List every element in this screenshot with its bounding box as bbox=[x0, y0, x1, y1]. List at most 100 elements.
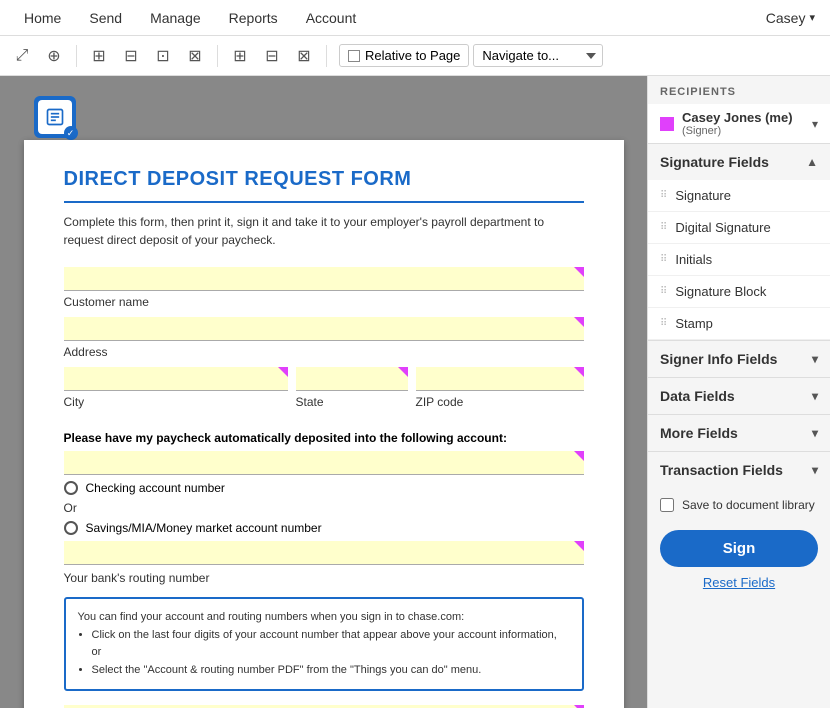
state-label: State bbox=[296, 395, 408, 409]
state-field[interactable] bbox=[296, 367, 408, 391]
data-fields-chevron-icon: ▾ bbox=[812, 389, 818, 403]
toolbar-table-btn[interactable]: ⊞ bbox=[226, 42, 254, 70]
checking-field-wrap bbox=[64, 451, 584, 475]
savings-radio[interactable] bbox=[64, 521, 78, 535]
nav-send[interactable]: Send bbox=[75, 0, 136, 35]
savings-pink-corner bbox=[574, 541, 584, 551]
save-library-checkbox[interactable] bbox=[660, 498, 674, 512]
relative-page-btn[interactable]: Relative to Page bbox=[339, 44, 469, 67]
address-pink-corner bbox=[574, 317, 584, 327]
digital-signature-field-item[interactable]: ⠿ Digital Signature bbox=[648, 212, 830, 244]
toolbar-move-btn[interactable]: ⊕ bbox=[40, 42, 68, 70]
savings-account-field[interactable] bbox=[64, 541, 584, 565]
zip-pink-corner bbox=[574, 367, 584, 377]
signature-block-item-label: Signature Block bbox=[675, 284, 766, 299]
initials-item-label: Initials bbox=[675, 252, 712, 267]
signer-badge-inner bbox=[38, 100, 72, 134]
or-text: Or bbox=[64, 501, 584, 515]
toolbar-align1-btn[interactable]: ⊞ bbox=[85, 42, 113, 70]
signature-fields-label: Signature Fields bbox=[660, 154, 769, 170]
signature-fields-section-header[interactable]: Signature Fields ▲ bbox=[648, 143, 830, 180]
city-state-zip-labels: City State ZIP code bbox=[64, 395, 584, 417]
drag-icon-digital-sig: ⠿ bbox=[660, 222, 667, 233]
address-field[interactable] bbox=[64, 317, 584, 341]
signature-block-field-item[interactable]: ⠿ Signature Block bbox=[648, 276, 830, 308]
checking-radio[interactable] bbox=[64, 481, 78, 495]
recipient-chevron-icon[interactable]: ▾ bbox=[812, 117, 818, 131]
data-fields-section-header[interactable]: Data Fields ▾ bbox=[648, 377, 830, 414]
signer-info-section-header[interactable]: Signer Info Fields ▾ bbox=[648, 340, 830, 377]
doc-page: DIRECT DEPOSIT REQUEST FORM Complete thi… bbox=[24, 140, 624, 708]
transaction-fields-label: Transaction Fields bbox=[660, 462, 783, 478]
nav-account[interactable]: Account bbox=[292, 0, 371, 35]
initials-field-item[interactable]: ⠿ Initials bbox=[648, 244, 830, 276]
savings-radio-row: Savings/MIA/Money market account number bbox=[64, 521, 584, 535]
info-box: You can find your account and routing nu… bbox=[64, 597, 584, 691]
state-field-wrap bbox=[296, 367, 408, 395]
toolbar-sep-3 bbox=[326, 45, 327, 67]
sign-button[interactable]: Sign bbox=[660, 530, 818, 567]
toolbar-align2-btn[interactable]: ⊟ bbox=[117, 42, 145, 70]
reset-fields-link[interactable]: Reset Fields bbox=[648, 571, 830, 594]
signer-badge bbox=[34, 96, 76, 138]
drag-icon-signature: ⠿ bbox=[660, 190, 667, 201]
signer-info-chevron-icon: ▾ bbox=[812, 352, 818, 366]
document-area[interactable]: DIRECT DEPOSIT REQUEST FORM Complete thi… bbox=[0, 76, 647, 708]
checking-account-field[interactable] bbox=[64, 451, 584, 475]
toolbar-grid-btn[interactable]: ⊠ bbox=[290, 42, 318, 70]
recipient-item[interactable]: Casey Jones (me) (Signer) ▾ bbox=[648, 104, 830, 143]
toolbar-resize-btn[interactable]: ⊠ bbox=[181, 42, 209, 70]
save-library-label: Save to document library bbox=[682, 498, 815, 512]
zip-label: ZIP code bbox=[416, 395, 584, 409]
customer-name-label: Customer name bbox=[64, 295, 584, 309]
save-library-row: Save to document library bbox=[648, 488, 830, 522]
main-layout: DIRECT DEPOSIT REQUEST FORM Complete thi… bbox=[0, 76, 830, 708]
right-sidebar: RECIPIENTS Casey Jones (me) (Signer) ▾ S… bbox=[647, 76, 830, 708]
nav-reports[interactable]: Reports bbox=[215, 0, 292, 35]
checking-label: Checking account number bbox=[86, 481, 225, 495]
digital-signature-item-label: Digital Signature bbox=[675, 220, 770, 235]
doc-title: DIRECT DEPOSIT REQUEST FORM bbox=[64, 168, 584, 191]
customer-name-field-wrap bbox=[64, 267, 584, 291]
deposit-instruction: Please have my paycheck automatically de… bbox=[64, 431, 584, 445]
savings-label: Savings/MIA/Money market account number bbox=[86, 521, 322, 535]
toolbar-expand-btn[interactable]: ⤢ bbox=[8, 42, 36, 70]
toolbar-sep-1 bbox=[76, 45, 77, 67]
signature-field-item[interactable]: ⠿ Signature bbox=[648, 180, 830, 212]
relative-page-label: Relative to Page bbox=[365, 48, 460, 63]
nav-manage[interactable]: Manage bbox=[136, 0, 215, 35]
recipients-header: RECIPIENTS bbox=[648, 76, 830, 104]
customer-name-pink-corner bbox=[574, 267, 584, 277]
navigate-select[interactable]: Navigate to... bbox=[473, 44, 603, 67]
toolbar-sep-2 bbox=[217, 45, 218, 67]
recipient-color-swatch bbox=[660, 117, 674, 131]
routing-label: Your bank's routing number bbox=[64, 571, 584, 585]
city-field-wrap bbox=[64, 367, 288, 395]
state-pink-corner bbox=[398, 367, 408, 377]
checking-radio-row: Checking account number bbox=[64, 481, 584, 495]
doc-divider bbox=[64, 201, 584, 203]
info-bullet-1: Click on the last four digits of your ac… bbox=[92, 627, 570, 662]
signature-fields-list: ⠿ Signature ⠿ Digital Signature ⠿ Initia… bbox=[648, 180, 830, 340]
recipient-role: (Signer) bbox=[682, 125, 793, 137]
doc-scroll-content: DIRECT DEPOSIT REQUEST FORM Complete thi… bbox=[0, 76, 647, 708]
drag-icon-initials: ⠿ bbox=[660, 254, 667, 265]
info-intro: You can find your account and routing nu… bbox=[78, 609, 570, 627]
toolbar-distribute-btn[interactable]: ⊡ bbox=[149, 42, 177, 70]
stamp-field-item[interactable]: ⠿ Stamp bbox=[648, 308, 830, 340]
user-menu[interactable]: Casey bbox=[766, 10, 820, 26]
zip-field[interactable] bbox=[416, 367, 584, 391]
transaction-fields-section-header[interactable]: Transaction Fields ▾ bbox=[648, 451, 830, 488]
transaction-fields-chevron-icon: ▾ bbox=[812, 463, 818, 477]
nav-home[interactable]: Home bbox=[10, 0, 75, 35]
more-fields-section-header[interactable]: More Fields ▾ bbox=[648, 414, 830, 451]
signer-info-label: Signer Info Fields bbox=[660, 351, 777, 367]
toolbar-col-btn[interactable]: ⊟ bbox=[258, 42, 286, 70]
info-bullet-2: Select the "Account & routing number PDF… bbox=[92, 662, 570, 680]
customer-name-field[interactable] bbox=[64, 267, 584, 291]
city-field[interactable] bbox=[64, 367, 288, 391]
city-state-zip-row bbox=[64, 367, 584, 395]
signature-item-label: Signature bbox=[675, 188, 731, 203]
address-field-wrap bbox=[64, 317, 584, 341]
recipient-name: Casey Jones (me) bbox=[682, 110, 793, 125]
